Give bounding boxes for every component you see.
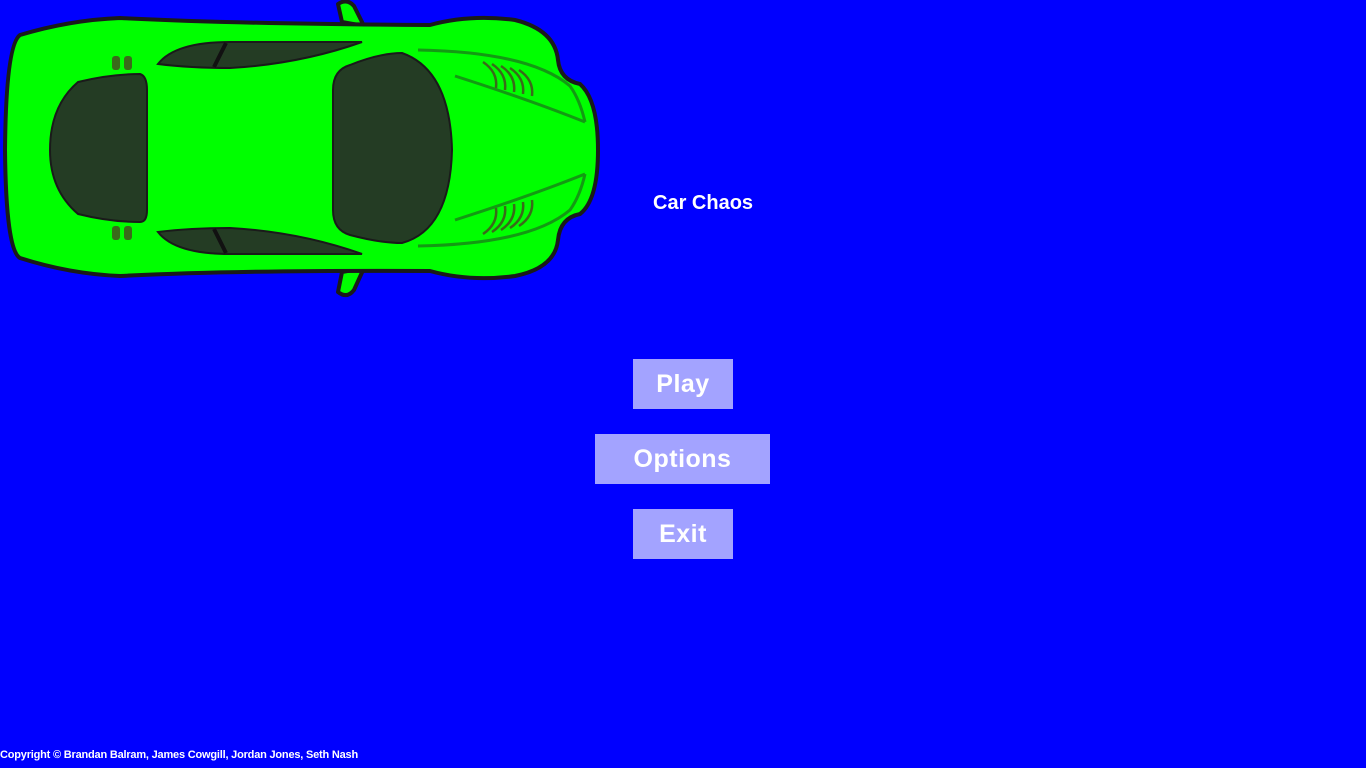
game-title: Car Chaos bbox=[653, 192, 754, 214]
copyright-text: Copyright © Brandan Balram, James Cowgil… bbox=[0, 749, 358, 761]
car-icon bbox=[3, 0, 600, 297]
exit-button[interactable]: Exit bbox=[633, 509, 733, 559]
play-button[interactable]: Play bbox=[633, 359, 733, 409]
options-button[interactable]: Options bbox=[595, 434, 770, 484]
